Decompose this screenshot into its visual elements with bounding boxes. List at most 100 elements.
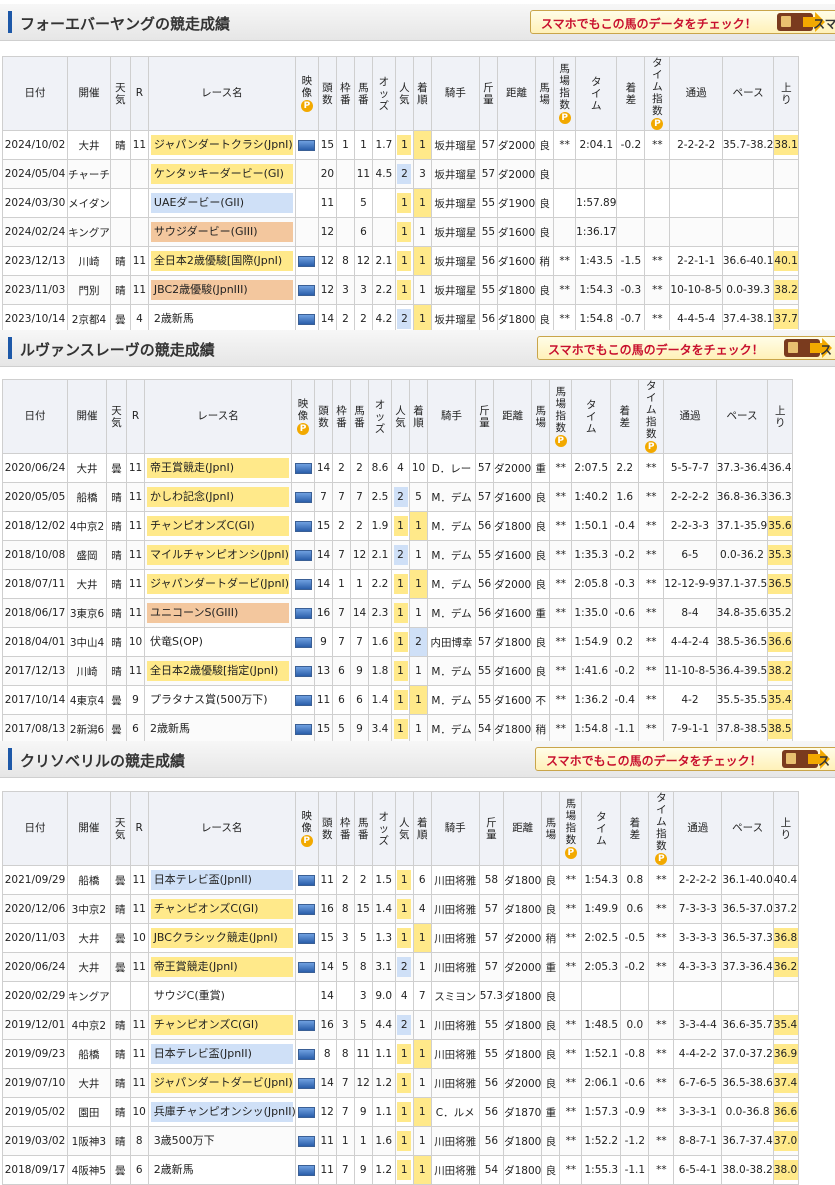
jockey-cell[interactable]: 坂井瑠星 (430, 130, 480, 160)
race-date-link[interactable]: 2017/12/13 (5, 665, 66, 677)
race-date-link[interactable]: 2024/02/24 (5, 226, 66, 238)
table-row[interactable]: 2021/09/29 船橋曇 11 日本テレビ盃(JpnII) 11 2 2 1.5 1 6 川田将… (2, 865, 799, 895)
table-row[interactable]: 2023/11/03 門別晴 11 JBC2歳優駿(JpnIII) 12 3 3 2.2 1 1 坂… (2, 275, 800, 305)
table-row[interactable]: 2018/06/17 3東京6 晴 11 ユニコーンS(GIII) 16 7 14 2.3 1 1 M… (2, 598, 794, 628)
video-cell[interactable] (294, 246, 319, 276)
jockey-cell[interactable]: 川田将雅 (430, 1010, 480, 1040)
jockey-cell[interactable]: 川田将雅 (430, 1126, 480, 1156)
table-row[interactable]: 2020/05/05 船橋晴 11 かしわ記念(JpnI) 7 7 7 2.5 2 5 M．デム 57… (2, 482, 794, 512)
smartphone-check-button[interactable]: スマホでもこの馬のデータをチェック！ スマ (530, 10, 835, 34)
column-header-date[interactable]: 日付 (2, 379, 68, 454)
video-cell[interactable] (294, 865, 319, 895)
jockey-cell[interactable]: スミヨン (430, 981, 480, 1011)
column-header-frame[interactable]: 枠番 (335, 56, 355, 131)
table-row[interactable]: 2023/12/13 川崎晴 11 全日本2歳優駿[国際(JpnI) 12 8 12 2.1 1… (2, 246, 800, 276)
race-name-link[interactable]: JBC2歳優駿(JpnIII) (150, 280, 293, 300)
race-name-cell[interactable]: 帝王賞競走(JpnI) (147, 952, 296, 982)
video-icon[interactable] (294, 491, 312, 503)
date-cell[interactable]: 2021/09/29 (2, 865, 68, 895)
video-cell[interactable] (294, 1097, 319, 1127)
video-icon[interactable] (298, 1077, 316, 1089)
table-row[interactable]: 2020/06/24 大井曇 11 帝王賞競走(JpnI) 14 2 2 8.6 4 10 D．レー… (2, 453, 794, 483)
video-icon[interactable] (294, 723, 312, 735)
race-name-link[interactable]: マイルチャンピオンシ(JpnI) (147, 545, 289, 565)
race-date-link[interactable]: 2019/09/23 (5, 1048, 66, 1060)
video-cell[interactable] (291, 540, 315, 570)
video-cell[interactable] (291, 598, 315, 628)
jockey-link[interactable]: M．デム (431, 666, 471, 678)
video-icon[interactable] (298, 1135, 316, 1147)
column-header-frame[interactable]: 枠番 (335, 791, 355, 866)
date-cell[interactable]: 2020/02/29 (2, 981, 68, 1011)
date-cell[interactable]: 2020/06/24 (2, 453, 68, 483)
race-name-link[interactable]: 2歳新馬 (151, 309, 293, 329)
column-header-margin[interactable]: 着差 (620, 791, 650, 866)
race-name-cell[interactable]: サウジダービー(GIII) (147, 217, 296, 247)
race-name-link[interactable]: 兵庫チャンピオンシッ(JpnII) (150, 1102, 294, 1122)
video-icon[interactable] (294, 549, 312, 561)
column-header-jockey[interactable]: 騎手 (430, 791, 480, 866)
column-header-finish[interactable]: 着順 (412, 56, 432, 131)
race-name-cell[interactable]: チャンピオンズC(GI) (144, 511, 292, 541)
column-header-last3f[interactable]: 上り (772, 791, 799, 866)
jockey-cell[interactable]: 川田将雅 (430, 952, 480, 982)
video-cell[interactable] (294, 275, 319, 305)
column-header-distance[interactable]: 距離 (496, 56, 537, 131)
race-name-cell[interactable]: 兵庫チャンピオンシッ(JpnII) (147, 1097, 296, 1127)
date-cell[interactable]: 2018/12/02 (2, 511, 68, 541)
race-name-cell[interactable]: チャンピオンズC(GI) (147, 894, 296, 924)
video-icon[interactable] (294, 636, 312, 648)
race-name-cell[interactable]: 日本テレビ盃(JpnII) (147, 865, 296, 895)
jockey-cell[interactable]: M．デム (427, 511, 476, 541)
race-date-link[interactable]: 2020/06/24 (5, 462, 66, 474)
jockey-cell[interactable]: M．デム (427, 540, 476, 570)
column-header-pace[interactable]: ペース (715, 379, 769, 454)
race-date-link[interactable]: 2017/08/13 (5, 723, 66, 735)
video-icon[interactable] (294, 578, 312, 590)
race-name-link[interactable]: 2歳新馬 (151, 1160, 293, 1180)
date-cell[interactable]: 2023/11/03 (2, 275, 68, 305)
column-header-pop[interactable]: 人気 (391, 379, 410, 454)
jockey-link[interactable]: 坂井瑠星 (434, 285, 476, 297)
race-name-link[interactable]: サウジC(重賞) (151, 986, 293, 1006)
race-date-link[interactable]: 2023/12/13 (5, 255, 66, 267)
jockey-link[interactable]: M．デム (431, 608, 471, 620)
column-header-track[interactable]: 馬場 (531, 379, 551, 454)
column-header-heads[interactable]: 頭数 (314, 379, 333, 454)
race-name-cell[interactable]: 3歳500万下 (147, 1126, 296, 1156)
jockey-cell[interactable]: 川田将雅 (430, 1039, 480, 1069)
video-cell[interactable] (294, 188, 319, 218)
date-cell[interactable]: 2024/10/02 (2, 130, 68, 160)
jockey-cell[interactable]: 坂井瑠星 (430, 217, 480, 247)
race-date-link[interactable]: 2020/06/24 (5, 961, 66, 973)
column-header-date[interactable]: 日付 (2, 791, 68, 866)
date-cell[interactable]: 2017/10/14 (2, 685, 68, 715)
jockey-link[interactable]: 坂井瑠星 (434, 256, 476, 268)
column-header-last3f[interactable]: 上り (773, 56, 800, 131)
race-date-link[interactable]: 2018/10/08 (5, 549, 66, 561)
jockey-cell[interactable]: 坂井瑠星 (430, 275, 480, 305)
race-name-cell[interactable]: プラタナス賞(500万下) (144, 685, 292, 715)
jockey-cell[interactable]: M．デム (427, 714, 476, 744)
race-name-link[interactable]: ジャパンダートダービ(JpnI) (147, 574, 289, 594)
jockey-link[interactable]: M．デム (431, 579, 471, 591)
column-header-r[interactable]: R (129, 56, 149, 131)
jockey-cell[interactable]: 坂井瑠星 (430, 188, 480, 218)
race-date-link[interactable]: 2019/05/02 (5, 1106, 66, 1118)
column-header-r[interactable]: R (126, 379, 145, 454)
race-date-link[interactable]: 2019/12/01 (5, 1019, 66, 1031)
jockey-link[interactable]: 内田博幸 (431, 637, 473, 649)
date-cell[interactable]: 2024/02/24 (2, 217, 68, 247)
table-row[interactable]: 2018/07/11 大井晴 11 ジャパンダートダービ(JpnI) 14 1 1 2.2 1 1… (2, 569, 794, 599)
jockey-link[interactable]: D．レー (432, 463, 472, 475)
race-name-link[interactable]: チャンピオンズC(GI) (150, 899, 293, 919)
column-header-r[interactable]: R (129, 791, 149, 866)
date-cell[interactable]: 2018/09/17 (2, 1155, 68, 1185)
video-icon[interactable] (298, 1106, 316, 1118)
video-icon[interactable] (294, 520, 312, 532)
jockey-cell[interactable]: 内田博幸 (427, 627, 476, 657)
race-date-link[interactable]: 2018/07/11 (5, 578, 66, 590)
jockey-cell[interactable]: 坂井瑠星 (430, 246, 480, 276)
date-cell[interactable]: 2019/09/23 (2, 1039, 68, 1069)
column-header-time[interactable]: タイム (581, 791, 622, 866)
